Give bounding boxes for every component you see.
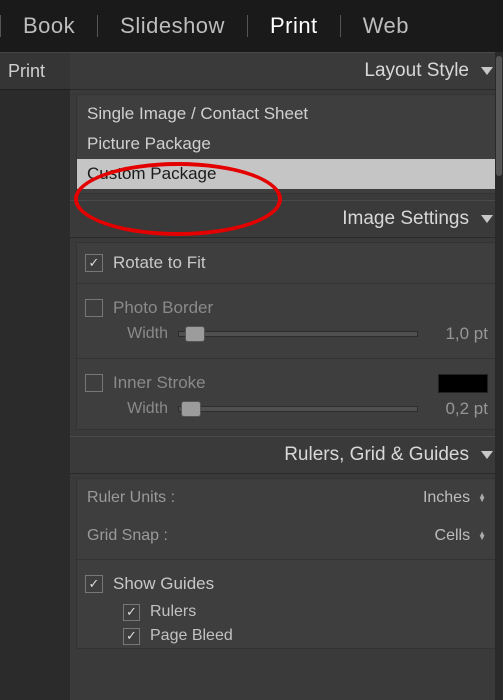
tab-web[interactable]: Web: [341, 13, 431, 39]
tab-slideshow[interactable]: Slideshow: [98, 13, 247, 39]
page-bleed-label: Page Bleed: [150, 627, 233, 645]
grid-snap-label: Grid Snap :: [87, 527, 168, 545]
rulers-checkbox[interactable]: [123, 604, 140, 621]
slider-knob[interactable]: [181, 401, 201, 417]
show-guides-row: Show Guides: [77, 564, 496, 600]
dropdown-arrows-icon: ▲▼: [478, 494, 486, 502]
tab-print[interactable]: Print: [248, 13, 340, 39]
divider: [77, 358, 496, 359]
stroke-width-slider[interactable]: [178, 406, 418, 412]
photo-border-width-row: Width 1,0 pt: [77, 324, 496, 354]
show-guides-label: Show Guides: [113, 574, 214, 594]
border-width-value[interactable]: 1,0 pt: [430, 324, 488, 344]
grid-snap-value: Cells: [435, 527, 471, 545]
scrollbar-thumb[interactable]: [496, 56, 502, 176]
section-header-rulers[interactable]: Rulers, Grid & Guides: [70, 436, 503, 474]
inner-stroke-width-row: Width 0,2 pt: [77, 399, 496, 429]
image-settings-panel: Rotate to Fit Photo Border Width 1,0 pt …: [76, 242, 497, 430]
width-label: Width: [113, 400, 168, 418]
page-bleed-checkbox[interactable]: [123, 628, 140, 645]
page-bleed-row: Page Bleed: [77, 624, 496, 648]
module-tabs: Book Slideshow Print Web: [0, 0, 503, 52]
stroke-color-swatch[interactable]: [438, 374, 488, 393]
main-area: Print Layout Style Single Image / Contac…: [0, 52, 503, 700]
layout-option-custom[interactable]: Custom Package: [77, 159, 496, 189]
ruler-units-value: Inches: [423, 489, 470, 507]
scrollbar[interactable]: [495, 52, 503, 700]
left-panel: Print: [0, 52, 70, 700]
rotate-checkbox[interactable]: [85, 254, 103, 272]
rulers-panel: Ruler Units : Inches ▲▼ Grid Snap : Cell…: [76, 478, 497, 649]
section-header-layout-style[interactable]: Layout Style: [70, 52, 503, 90]
inner-stroke-row: Inner Stroke: [77, 363, 496, 399]
photo-border-checkbox[interactable]: [85, 299, 103, 317]
grid-snap-row: Grid Snap : Cells ▲▼: [77, 517, 496, 555]
rulers-sub-row: Rulers: [77, 600, 496, 624]
collapse-icon[interactable]: [481, 67, 493, 75]
dropdown-arrows-icon: ▲▼: [478, 532, 486, 540]
photo-border-label: Photo Border: [113, 298, 213, 318]
inner-stroke-checkbox[interactable]: [85, 374, 103, 392]
layout-option-single[interactable]: Single Image / Contact Sheet: [77, 99, 496, 129]
rotate-to-fit-row: Rotate to Fit: [77, 243, 496, 279]
ruler-units-row: Ruler Units : Inches ▲▼: [77, 479, 496, 517]
divider: [77, 283, 496, 284]
ruler-units-label: Ruler Units :: [87, 489, 175, 507]
section-header-image-settings[interactable]: Image Settings: [70, 200, 503, 238]
stroke-width-value[interactable]: 0,2 pt: [430, 399, 488, 419]
grid-snap-dropdown[interactable]: Cells ▲▼: [435, 527, 486, 545]
layout-style-title: Layout Style: [364, 60, 469, 82]
ruler-units-dropdown[interactable]: Inches ▲▼: [423, 489, 486, 507]
left-panel-title[interactable]: Print: [0, 52, 70, 90]
divider: [77, 559, 496, 560]
right-panel: Layout Style Single Image / Contact Shee…: [70, 52, 503, 700]
rulers-title: Rulers, Grid & Guides: [284, 444, 469, 466]
layout-option-picture[interactable]: Picture Package: [77, 129, 496, 159]
layout-style-panel: Single Image / Contact Sheet Picture Pac…: [76, 94, 497, 194]
image-settings-title: Image Settings: [342, 208, 469, 230]
border-width-slider[interactable]: [178, 331, 418, 337]
tab-book[interactable]: Book: [1, 13, 97, 39]
rotate-label: Rotate to Fit: [113, 253, 206, 273]
show-guides-checkbox[interactable]: [85, 575, 103, 593]
photo-border-row: Photo Border: [77, 288, 496, 324]
rulers-sub-label: Rulers: [150, 603, 196, 621]
inner-stroke-label: Inner Stroke: [113, 373, 438, 393]
slider-knob[interactable]: [185, 326, 205, 342]
width-label: Width: [113, 325, 168, 343]
collapse-icon[interactable]: [481, 215, 493, 223]
collapse-icon[interactable]: [481, 451, 493, 459]
